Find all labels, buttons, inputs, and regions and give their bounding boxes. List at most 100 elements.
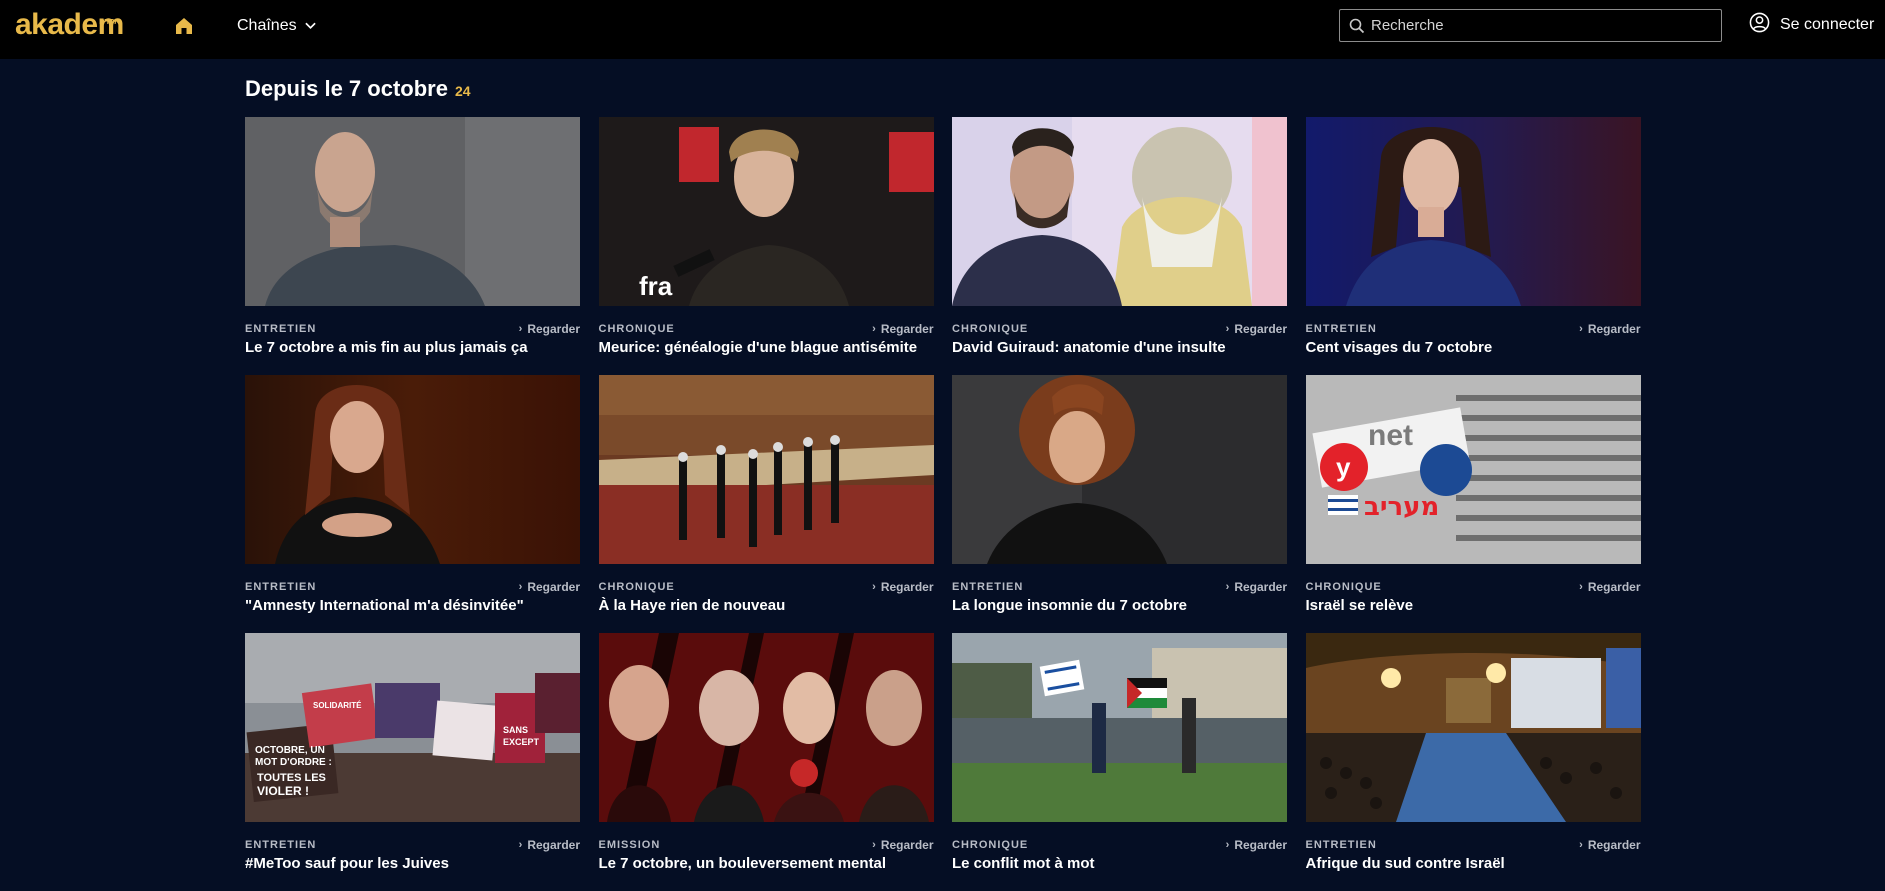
card-title[interactable]: Le conflit mot à mot	[952, 855, 1287, 872]
video-thumbnail[interactable]	[245, 117, 580, 306]
watch-link[interactable]: › Regarder	[872, 838, 933, 852]
protest-sign-text: VIOLER !	[257, 784, 309, 798]
search-icon	[1349, 18, 1365, 34]
watch-label: Regarder	[1587, 580, 1641, 594]
chevron-right-icon: ›	[1579, 839, 1583, 851]
card-category: CHRONIQUE	[952, 323, 1029, 335]
watch-label: Regarder	[1234, 322, 1287, 336]
card-category: EMISSION	[598, 839, 661, 851]
channels-label: Chaînes	[237, 17, 297, 34]
video-card[interactable]: CHRONIQUE › Regarder David Guiraud: anato…	[952, 117, 1287, 375]
video-thumbnail[interactable]	[952, 633, 1287, 822]
card-title[interactable]: La longue insomnie du 7 octobre	[952, 597, 1287, 614]
ynet-y-text: y	[1336, 452, 1351, 482]
card-title[interactable]: David Guiraud: anatomie d'une insulte	[952, 339, 1287, 356]
login-label: Se connecter	[1780, 16, 1875, 33]
watch-link[interactable]: › Regarder	[1226, 322, 1287, 336]
card-title[interactable]: Meurice: généalogie d'une blague antisém…	[599, 339, 934, 356]
chevron-right-icon: ›	[518, 323, 523, 335]
video-thumbnail[interactable]	[952, 375, 1287, 564]
card-title[interactable]: Le 7 octobre a mis fin au plus jamais ça	[245, 339, 580, 356]
chevron-right-icon: ›	[518, 839, 523, 851]
video-card[interactable]: EMISSION › Regarder Le 7 octobre, un boul…	[598, 633, 934, 891]
video-thumbnail[interactable]	[1305, 633, 1641, 822]
watch-label: Regarder	[880, 580, 934, 594]
video-thumbnail[interactable]	[598, 375, 934, 564]
video-thumbnail[interactable]	[952, 117, 1287, 306]
card-title[interactable]: Afrique du sud contre Israël	[1306, 855, 1641, 872]
video-grid: ENTRETIEN › Regarder Le 7 octobre a mis f…	[245, 117, 1641, 891]
video-card[interactable]: ENTRETIEN › Regarder Afrique du sud contr…	[1305, 633, 1641, 891]
video-thumbnail[interactable]: y net מעריב	[1305, 375, 1641, 564]
chevron-right-icon: ›	[872, 839, 876, 851]
protest-sign-text: TOUTES LES	[257, 772, 326, 784]
card-category: ENTRETIEN	[1305, 323, 1377, 335]
video-card[interactable]: ENTRETIEN › Regarder La longue insomnie d…	[952, 375, 1287, 633]
video-card[interactable]: CHRONIQUE › Regarder Le conflit mot à mot	[952, 633, 1287, 891]
watch-label: Regarder	[1234, 580, 1287, 594]
user-icon	[1749, 12, 1770, 38]
card-title[interactable]: Israël se relève	[1306, 597, 1641, 614]
video-thumbnail[interactable]	[245, 375, 580, 564]
logo-hebrew-text: אקדם	[99, 17, 120, 26]
login-button[interactable]: Se connecter	[1749, 12, 1875, 38]
card-title[interactable]: Le 7 octobre, un bouleversement mental	[599, 855, 934, 872]
section-title[interactable]: Depuis le 7 octobre	[245, 76, 448, 102]
video-card[interactable]: ENTRETIEN › Regarder Le 7 octobre a mis f…	[245, 117, 580, 375]
watch-link[interactable]: › Regarder	[519, 580, 580, 594]
video-thumbnail[interactable]: OCTOBRE, UN MOT D'ORDRE : TOUTES LES VIO…	[245, 633, 580, 822]
video-thumbnail[interactable]: fra	[598, 117, 934, 306]
card-category: CHRONIQUE	[1305, 581, 1382, 593]
watch-label: Regarder	[527, 838, 580, 852]
watch-label: Regarder	[1587, 838, 1641, 852]
channels-dropdown[interactable]: Chaînes	[237, 16, 316, 36]
section-header: Depuis le 7 octobre 24	[245, 76, 471, 102]
protest-sign-text: SOLIDARITÉ	[313, 701, 362, 710]
watch-link[interactable]: › Regarder	[519, 838, 580, 852]
video-card[interactable]: CHRONIQUE › Regarder À la Haye rien de no…	[598, 375, 934, 633]
card-title[interactable]: À la Haye rien de nouveau	[599, 597, 934, 614]
watch-link[interactable]: › Regarder	[1226, 580, 1287, 594]
card-category: ENTRETIEN	[952, 581, 1024, 593]
search-input[interactable]	[1371, 10, 1721, 41]
home-icon[interactable]	[174, 16, 194, 36]
video-card[interactable]: y net מעריב CHRONIQUE › Regarder Israël s…	[1305, 375, 1641, 633]
video-thumbnail[interactable]	[598, 633, 934, 822]
watch-link[interactable]: › Regarder	[872, 580, 933, 594]
watch-link[interactable]: › Regarder	[1579, 838, 1640, 852]
chevron-right-icon: ›	[872, 581, 876, 593]
chevron-right-icon: ›	[518, 581, 523, 593]
protest-sign-text: SANS	[503, 725, 528, 735]
chevron-right-icon: ›	[872, 323, 876, 335]
card-category: ENTRETIEN	[245, 323, 317, 335]
watch-label: Regarder	[527, 322, 580, 336]
chevron-right-icon: ›	[1225, 839, 1230, 851]
protest-sign-text: OCTOBRE, UN	[255, 745, 325, 756]
watch-label: Regarder	[1587, 322, 1641, 336]
card-title[interactable]: "Amnesty International m'a désinvitée"	[245, 597, 580, 614]
video-card[interactable]: ENTRETIEN › Regarder "Amnesty Internation…	[245, 375, 580, 633]
section-count: 24	[454, 83, 471, 99]
card-title[interactable]: Cent visages du 7 octobre	[1306, 339, 1641, 356]
card-category: ENTRETIEN	[245, 581, 317, 593]
watch-link[interactable]: › Regarder	[519, 322, 580, 336]
watch-link[interactable]: › Regarder	[1226, 838, 1287, 852]
watch-label: Regarder	[527, 580, 580, 594]
watch-link[interactable]: › Regarder	[872, 322, 933, 336]
watch-label: Regarder	[880, 838, 934, 852]
radio-logo-text: fra	[639, 271, 673, 301]
chevron-down-icon	[304, 17, 316, 35]
video-card[interactable]: OCTOBRE, UN MOT D'ORDRE : TOUTES LES VIO…	[245, 633, 580, 891]
card-title[interactable]: #MeToo sauf pour les Juives	[245, 855, 580, 872]
chevron-right-icon: ›	[1579, 323, 1583, 335]
watch-link[interactable]: › Regarder	[1579, 322, 1640, 336]
akadem-logo[interactable]: akadem אקדם	[15, 8, 124, 42]
watch-label: Regarder	[880, 322, 934, 336]
protest-sign-text: MOT D'ORDRE :	[255, 757, 332, 768]
video-thumbnail[interactable]	[1305, 117, 1641, 306]
video-card[interactable]: ENTRETIEN › Regarder Cent visages du 7 oc…	[1305, 117, 1641, 375]
search-box	[1339, 9, 1722, 42]
watch-link[interactable]: › Regarder	[1579, 580, 1640, 594]
ynet-text: net	[1368, 419, 1413, 452]
video-card[interactable]: fra CHRONIQUE › Regarder Meurice: généalo…	[598, 117, 934, 375]
